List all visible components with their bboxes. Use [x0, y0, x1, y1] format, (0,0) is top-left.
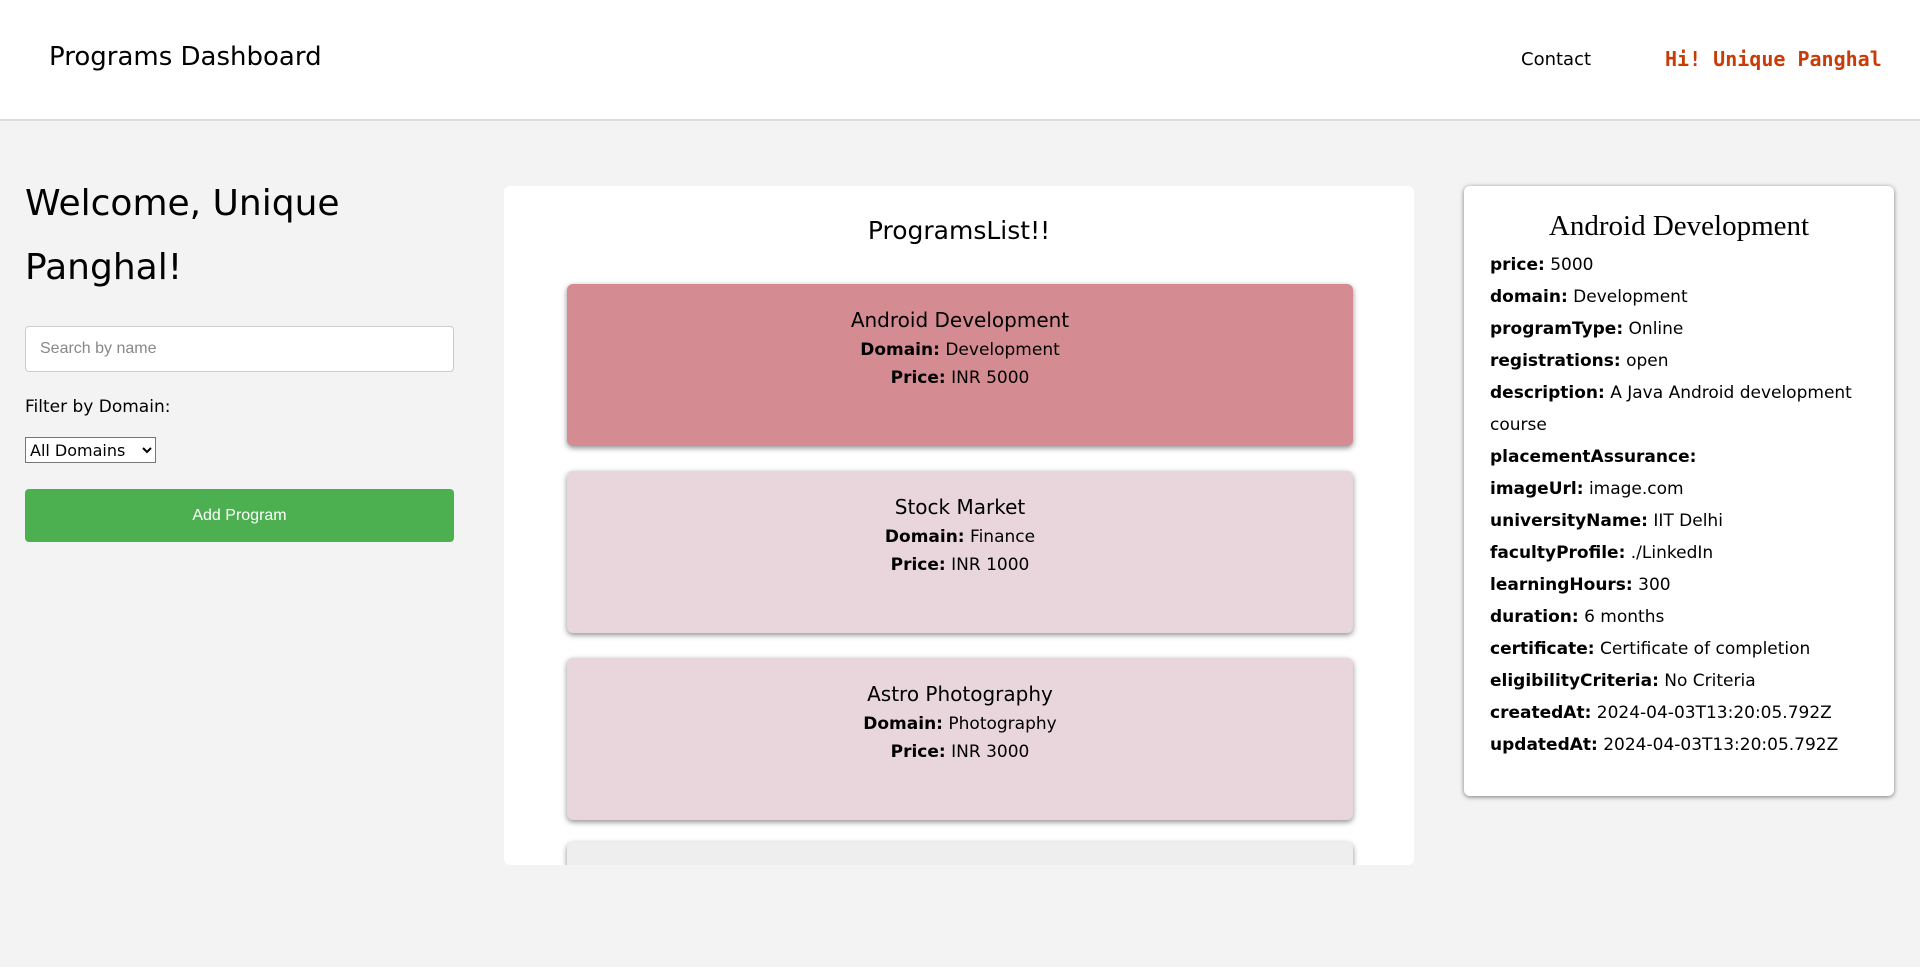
field-key: createdAt:	[1490, 703, 1592, 723]
price-label: Price:	[890, 742, 946, 762]
detail-field: registrations: open	[1490, 345, 1868, 377]
program-card[interactable]: Stock Market Domain: Finance Price: INR …	[567, 471, 1353, 633]
field-key: domain:	[1490, 287, 1568, 307]
price-label: Price:	[890, 555, 946, 575]
field-value: ./LinkedIn	[1630, 543, 1714, 563]
top-navbar: Programs Dashboard Contact Hi! Unique Pa…	[0, 0, 1920, 121]
field-value: open	[1626, 351, 1669, 371]
program-card[interactable]: Android Development Domain: Development …	[567, 284, 1353, 446]
field-value: 2024-04-03T13:20:05.792Z	[1603, 735, 1839, 755]
program-domain: Domain: Finance	[567, 527, 1353, 547]
program-price: Price: INR 1000	[567, 555, 1353, 575]
field-value: 2024-04-03T13:20:05.792Z	[1596, 703, 1832, 723]
detail-field: placementAssurance:	[1490, 441, 1868, 473]
detail-field: duration: 6 months	[1490, 601, 1868, 633]
price-value: INR 1000	[951, 555, 1030, 575]
field-key: programType:	[1490, 319, 1624, 339]
program-name: Astro Photography	[867, 682, 1053, 706]
detail-field: facultyProfile: ./LinkedIn	[1490, 537, 1868, 569]
field-key: price:	[1490, 255, 1545, 275]
field-key: eligibilityCriteria:	[1490, 671, 1659, 691]
detail-field: certificate: Certificate of completion	[1490, 633, 1868, 665]
field-value: 300	[1638, 575, 1671, 595]
detail-title: Android Development	[1548, 210, 1810, 242]
filter-label: Filter by Domain:	[25, 397, 171, 417]
detail-field: price: 5000	[1490, 249, 1868, 281]
field-key: imageUrl:	[1490, 479, 1584, 499]
domain-filter-select[interactable]: All Domains	[25, 437, 156, 463]
field-key: duration:	[1490, 607, 1579, 627]
program-name: Android Development	[850, 308, 1070, 332]
domain-value: Development	[945, 340, 1060, 360]
detail-field: programType: Online	[1490, 313, 1868, 345]
domain-label: Domain:	[884, 527, 965, 547]
add-program-button[interactable]: Add Program	[25, 489, 454, 542]
field-key: registrations:	[1490, 351, 1621, 371]
detail-field: universityName: IIT Delhi	[1490, 505, 1868, 537]
field-key: universityName:	[1490, 511, 1648, 531]
field-key: updatedAt:	[1490, 735, 1598, 755]
domain-value: Photography	[948, 714, 1057, 734]
field-value: image.com	[1588, 479, 1684, 499]
field-value: Development	[1573, 287, 1688, 307]
detail-field: imageUrl: image.com	[1490, 473, 1868, 505]
contact-link[interactable]: Contact	[1521, 49, 1591, 70]
domain-label: Domain:	[860, 340, 940, 360]
field-value: Online	[1628, 319, 1684, 339]
program-card[interactable]: Astro Photography Domain: Photography Pr…	[567, 658, 1353, 820]
detail-field: createdAt: 2024-04-03T13:20:05.792Z	[1490, 697, 1868, 729]
app-title[interactable]: Programs Dashboard	[49, 42, 322, 72]
detail-field: updatedAt: 2024-04-03T13:20:05.792Z	[1490, 729, 1868, 761]
detail-field: learningHours: 300	[1490, 569, 1868, 601]
program-card-partial[interactable]	[567, 842, 1353, 865]
field-value: 5000	[1550, 255, 1594, 275]
field-key: description:	[1490, 383, 1605, 403]
field-key: facultyProfile:	[1490, 543, 1626, 563]
price-label: Price:	[890, 368, 946, 388]
field-value: Certificate of completion	[1599, 639, 1811, 659]
detail-field: domain: Development	[1490, 281, 1868, 313]
price-value: INR 3000	[951, 742, 1030, 762]
field-key: learningHours:	[1490, 575, 1633, 595]
field-value: No Criteria	[1664, 671, 1756, 691]
list-title: ProgramsList!!	[867, 216, 1051, 245]
search-input[interactable]	[25, 326, 454, 372]
user-greeting: Hi! Unique Panghal	[1665, 47, 1882, 71]
field-value: 6 months	[1584, 607, 1665, 627]
field-key: placementAssurance:	[1490, 447, 1697, 467]
domain-label: Domain:	[863, 714, 943, 734]
field-key: certificate:	[1490, 639, 1595, 659]
program-domain: Domain: Photography	[567, 714, 1353, 734]
program-domain: Domain: Development	[567, 340, 1353, 360]
price-value: INR 5000	[951, 368, 1030, 388]
program-name: Stock Market	[894, 495, 1026, 519]
program-price: Price: INR 3000	[567, 742, 1353, 762]
program-detail-panel: Android Development price: 5000 domain: D…	[1464, 186, 1894, 796]
domain-value: Finance	[970, 527, 1036, 547]
detail-field: description: A Java Android development …	[1490, 377, 1868, 441]
program-price: Price: INR 5000	[567, 368, 1353, 388]
programs-list-panel[interactable]: ProgramsList!! Android Development Domai…	[504, 186, 1414, 865]
detail-field: eligibilityCriteria: No Criteria	[1490, 665, 1868, 697]
field-value: IIT Delhi	[1653, 511, 1723, 531]
welcome-heading: Welcome, Unique Panghal!	[25, 183, 340, 288]
